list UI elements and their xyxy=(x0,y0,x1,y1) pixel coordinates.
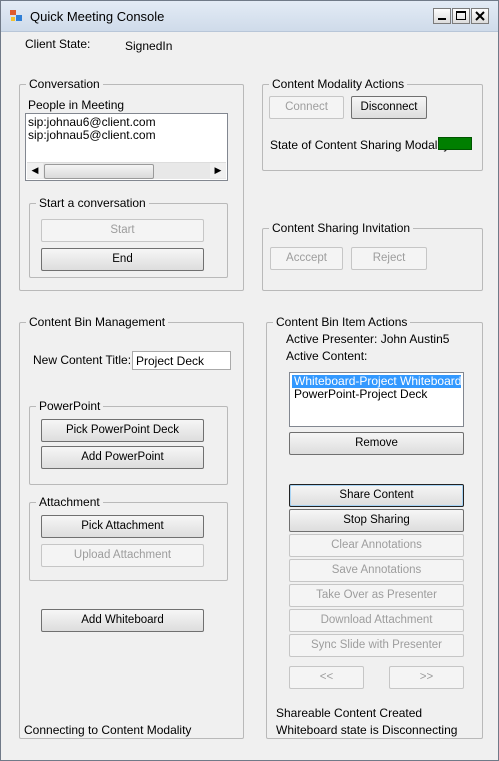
active-presenter-label: Active Presenter: John Austin5 xyxy=(286,332,450,346)
list-item[interactable]: sip:johnau5@client.com xyxy=(26,129,227,142)
modality-state-indicator xyxy=(438,137,472,150)
minimize-icon xyxy=(438,18,446,20)
title-bar[interactable]: Quick Meeting Console xyxy=(1,1,498,32)
powerpoint-group: PowerPoint xyxy=(29,399,228,485)
scroll-thumb[interactable] xyxy=(44,164,154,179)
modality-state-label: State of Content Sharing Modality xyxy=(270,138,450,152)
app-icon xyxy=(10,10,22,21)
save-annotations-button[interactable]: Save Annotations xyxy=(289,559,464,582)
content-bin-listbox[interactable]: Whiteboard-Project Whiteboard PowerPoint… xyxy=(289,372,464,427)
people-listbox[interactable]: sip:johnau6@client.com sip:johnau5@clien… xyxy=(25,113,228,181)
clear-annotations-button[interactable]: Clear Annotations xyxy=(289,534,464,557)
reject-button[interactable]: Reject xyxy=(351,247,427,270)
attachment-group: Attachment xyxy=(29,495,228,581)
close-icon xyxy=(475,11,485,21)
maximize-button[interactable] xyxy=(452,8,470,24)
item-actions-status-2: Whiteboard state is Disconnecting xyxy=(276,723,458,737)
sync-slide-with-presenter-button[interactable]: Sync Slide with Presenter xyxy=(289,634,464,657)
add-whiteboard-button[interactable]: Add Whiteboard xyxy=(41,609,204,632)
content-bin-item-actions-legend: Content Bin Item Actions xyxy=(276,315,408,329)
new-content-title-label: New Content Title: xyxy=(33,353,132,367)
minimize-button[interactable] xyxy=(433,8,451,24)
item-actions-status-1: Shareable Content Created xyxy=(276,706,423,720)
connect-button[interactable]: Connect xyxy=(269,96,344,119)
previous-slide-button[interactable]: << xyxy=(289,666,364,689)
remove-button[interactable]: Remove xyxy=(289,432,464,455)
end-button[interactable]: End xyxy=(41,248,204,271)
content-bin-management-legend: Content Bin Management xyxy=(29,315,166,329)
disconnect-button[interactable]: Disconnect xyxy=(351,96,427,119)
next-slide-button[interactable]: >> xyxy=(389,666,464,689)
pick-powerpoint-deck-button[interactable]: Pick PowerPoint Deck xyxy=(41,419,204,442)
content-modality-actions-group: Content Modality Actions xyxy=(262,77,483,171)
download-attachment-button[interactable]: Download Attachment xyxy=(289,609,464,632)
people-in-meeting-label: People in Meeting xyxy=(28,98,125,112)
list-item[interactable]: PowerPoint-Project Deck xyxy=(292,388,461,401)
conversation-legend: Conversation xyxy=(29,77,100,91)
maximize-icon xyxy=(456,11,466,20)
horizontal-scrollbar[interactable]: ◀ ▶ xyxy=(27,162,226,179)
start-button[interactable]: Start xyxy=(41,219,204,242)
window-title: Quick Meeting Console xyxy=(30,9,165,24)
client-state-value: SignedIn xyxy=(125,39,173,53)
new-content-title-input[interactable] xyxy=(132,351,231,370)
client-state-label: Client State: xyxy=(25,37,91,51)
bin-management-status: Connecting to Content Modality xyxy=(24,723,192,737)
main-window: Quick Meeting Console Client State: Sign… xyxy=(0,0,499,761)
add-powerpoint-button[interactable]: Add PowerPoint xyxy=(41,446,204,469)
upload-attachment-button[interactable]: Upload Attachment xyxy=(41,544,204,567)
close-button[interactable] xyxy=(471,8,489,24)
powerpoint-legend: PowerPoint xyxy=(39,399,101,413)
start-conversation-legend: Start a conversation xyxy=(39,196,146,210)
scroll-left-icon[interactable]: ◀ xyxy=(27,163,43,178)
content-modality-actions-legend: Content Modality Actions xyxy=(272,77,405,91)
stop-sharing-button[interactable]: Stop Sharing xyxy=(289,509,464,532)
content-sharing-invitation-legend: Content Sharing Invitation xyxy=(272,221,411,235)
active-content-label: Active Content: xyxy=(286,349,368,363)
take-over-as-presenter-button[interactable]: Take Over as Presenter xyxy=(289,584,464,607)
share-content-button[interactable]: Share Content xyxy=(289,484,464,507)
pick-attachment-button[interactable]: Pick Attachment xyxy=(41,515,204,538)
accept-button[interactable]: Acccept xyxy=(270,247,343,270)
attachment-legend: Attachment xyxy=(39,495,100,509)
scroll-right-icon[interactable]: ▶ xyxy=(210,163,226,178)
